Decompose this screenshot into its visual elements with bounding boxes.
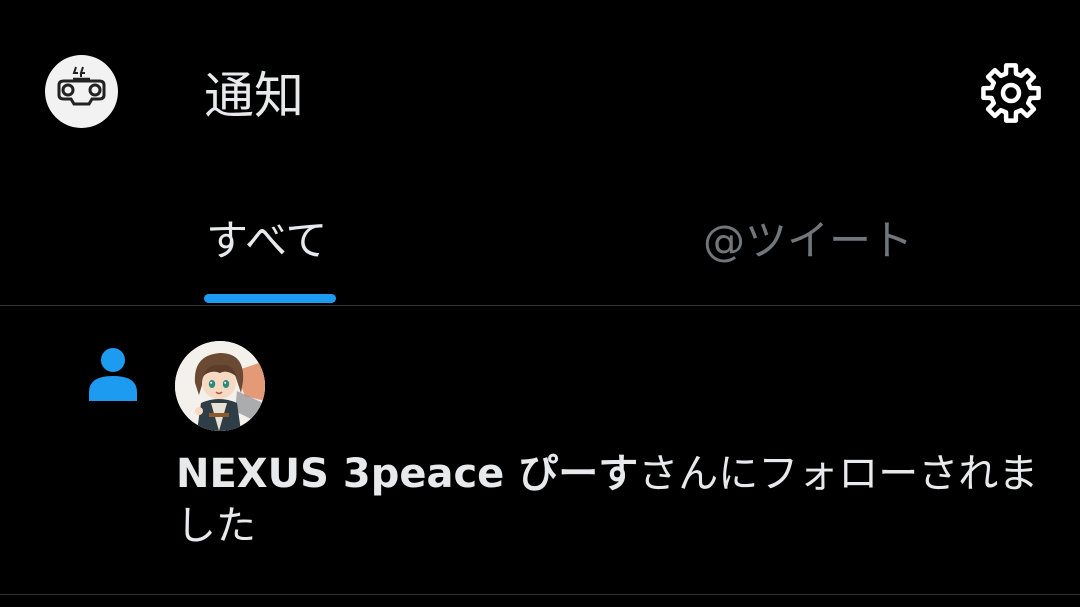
gear-icon [981,63,1041,123]
tab-mentions[interactable]: @ツイート [703,212,913,270]
header: 通知 [0,0,1080,190]
page-title: 通知 [204,67,304,125]
tab-all[interactable]: すべて [206,212,327,270]
divider [0,594,1080,595]
notification-user-name[interactable]: NEXUS 3peace ぴーす [176,451,638,497]
robot-face-icon [57,66,106,106]
account-avatar[interactable] [45,55,118,128]
tab-bar: すべて @ツイート [0,190,1080,306]
notification-text: NEXUS 3peace ぴーすさんにフォローされました [176,448,1056,552]
person-icon [89,348,137,401]
notification-item[interactable]: NEXUS 3peace ぴーすさんにフォローされました [0,306,1080,594]
settings-button[interactable] [979,61,1043,125]
user-avatar-image [175,341,265,431]
tab-active-indicator [204,294,336,303]
user-avatar[interactable] [175,341,265,431]
